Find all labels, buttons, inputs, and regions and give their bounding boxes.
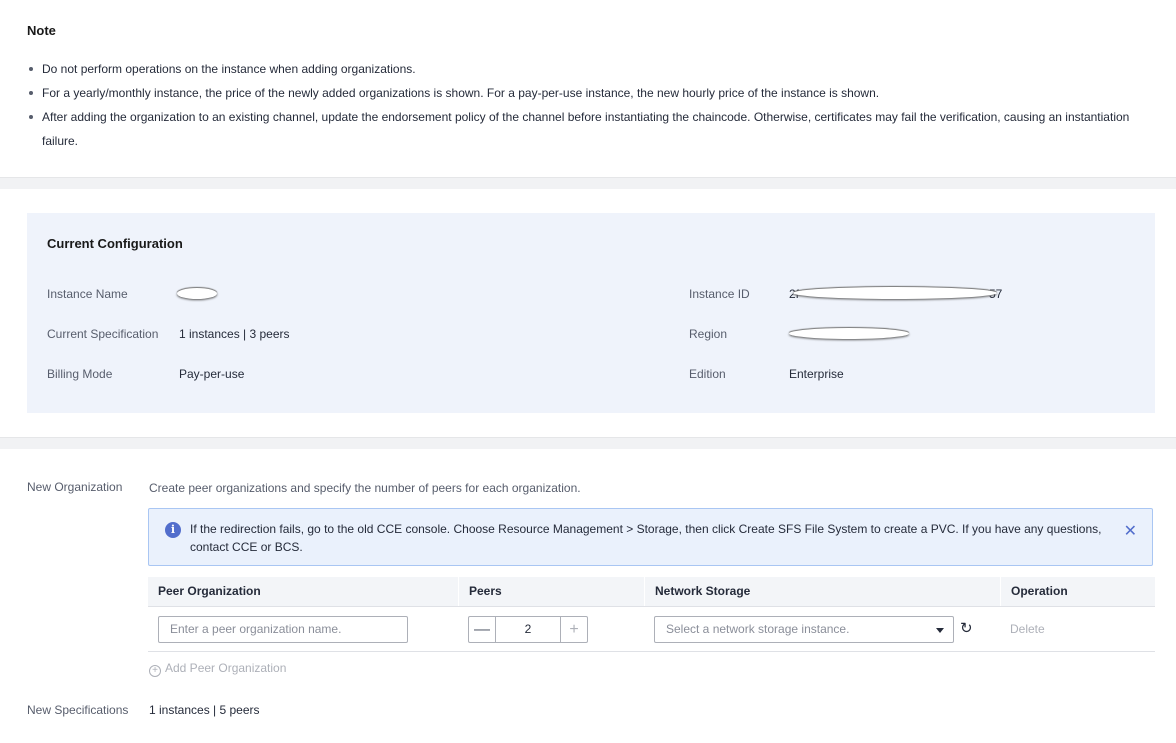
delete-button[interactable]: Delete bbox=[1010, 622, 1045, 636]
new-org-description: Create peer organizations and specify th… bbox=[149, 481, 581, 495]
note-section: Note Do not perform operations on the in… bbox=[0, 0, 1176, 177]
config-card: Current Configuration Instance Name Curr… bbox=[27, 213, 1155, 413]
table-header: Peer Organization Peers Network Storage … bbox=[148, 577, 1155, 607]
current-spec-value: 1 instances | 3 peers bbox=[179, 327, 290, 341]
current-spec-label: Current Specification bbox=[47, 327, 159, 341]
note-item: Do not perform operations on the instanc… bbox=[27, 57, 1137, 81]
add-peer-org-button[interactable]: + Add Peer Organization bbox=[149, 661, 286, 677]
edition-label: Edition bbox=[689, 367, 726, 381]
col-operation: Operation bbox=[1000, 577, 1155, 606]
peer-org-table: Peer Organization Peers Network Storage … bbox=[148, 577, 1155, 652]
alert-text: If the redirection fails, go to the old … bbox=[190, 522, 1102, 554]
col-peers: Peers bbox=[458, 577, 644, 606]
instance-id-label: Instance ID bbox=[689, 287, 750, 301]
peers-value[interactable]: 2 bbox=[496, 617, 560, 642]
chevron-down-icon bbox=[936, 628, 944, 633]
new-spec-label: New Specifications bbox=[27, 703, 129, 717]
col-peer-org: Peer Organization bbox=[158, 584, 261, 598]
instance-name-label: Instance Name bbox=[47, 287, 128, 301]
new-spec-value: 1 instances | 5 peers bbox=[149, 703, 260, 717]
billing-mode-value: Pay-per-use bbox=[179, 367, 245, 381]
note-title: Note bbox=[27, 23, 56, 38]
edition-value: Enterprise bbox=[789, 367, 844, 381]
note-item: For a yearly/monthly instance, the price… bbox=[27, 81, 1137, 105]
section-divider bbox=[0, 437, 1176, 449]
config-section: Current Configuration Instance Name Curr… bbox=[0, 189, 1176, 437]
peer-org-name-input[interactable]: Enter a peer organization name. bbox=[158, 616, 408, 643]
section-divider bbox=[0, 177, 1176, 189]
refresh-icon[interactable]: ↻ bbox=[960, 619, 973, 637]
config-title: Current Configuration bbox=[47, 236, 183, 251]
billing-mode-label: Billing Mode bbox=[47, 367, 113, 381]
region-label: Region bbox=[689, 327, 728, 341]
add-circle-icon: + bbox=[149, 665, 161, 677]
info-alert: i If the redirection fails, go to the ol… bbox=[148, 508, 1153, 566]
network-storage-placeholder: Select a network storage instance. bbox=[666, 622, 850, 636]
network-storage-select[interactable]: Select a network storage instance. bbox=[654, 616, 954, 643]
new-org-label: New Organization bbox=[27, 480, 123, 494]
new-org-section: New Organization Create peer organizatio… bbox=[0, 449, 1176, 743]
plus-icon[interactable]: + bbox=[560, 617, 587, 642]
info-icon: i bbox=[165, 522, 181, 538]
region-redacted bbox=[789, 328, 909, 339]
table-row: Enter a peer organization name. — 2 + Se… bbox=[148, 607, 1155, 652]
minus-icon[interactable]: — bbox=[469, 617, 496, 642]
instance-id-redacted bbox=[793, 287, 997, 299]
add-peer-org-label: Add Peer Organization bbox=[165, 661, 287, 675]
col-network-storage: Network Storage bbox=[644, 577, 1000, 606]
peers-stepper[interactable]: — 2 + bbox=[468, 616, 588, 643]
note-item: After adding the organization to an exis… bbox=[27, 105, 1137, 153]
note-list: Do not perform operations on the instanc… bbox=[27, 57, 1137, 153]
instance-name-redacted bbox=[177, 288, 217, 299]
close-icon[interactable]: ✕ bbox=[1124, 521, 1137, 541]
